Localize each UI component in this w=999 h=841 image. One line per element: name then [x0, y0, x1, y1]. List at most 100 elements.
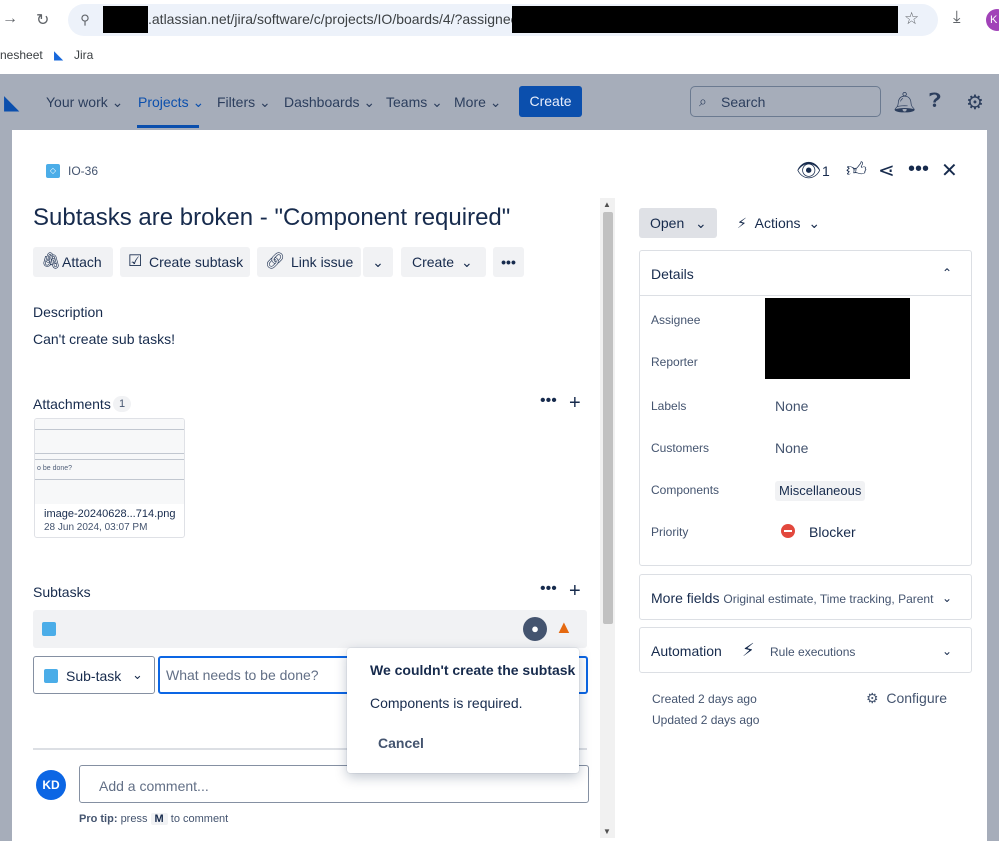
subtask-type-label: Sub-task — [66, 668, 122, 684]
bookmarks-bar: nesheet ◣ Jira — [0, 40, 999, 74]
nav-more[interactable]: More ⌄ — [454, 94, 502, 111]
issue-title[interactable]: Subtasks are broken - "Component require… — [33, 204, 510, 232]
priority-value[interactable]: Blocker — [809, 524, 856, 540]
url-text: .atlassian.net/jira/software/c/projects/… — [148, 11, 527, 27]
subtasks-label: Subtasks — [33, 584, 91, 600]
created-timestamp: Created 2 days ago — [652, 692, 757, 706]
customers-value[interactable]: None — [775, 440, 808, 456]
add-subtask-icon[interactable]: + — [569, 580, 581, 603]
configure-label: Configure — [886, 690, 948, 706]
nav-active-indicator — [137, 125, 199, 128]
attachments-more-icon[interactable]: ••• — [540, 392, 557, 410]
more-toolbar-button[interactable]: ••• — [493, 247, 524, 277]
notifications-icon[interactable]: 🔔︎ — [892, 90, 917, 115]
popup-message: Components is required. — [370, 695, 523, 711]
subtask-type-select[interactable]: Sub-task ⌄ — [33, 656, 155, 694]
subtask-type-icon: ◇ — [46, 164, 60, 178]
protip-suffix: to comment — [170, 813, 229, 825]
paperclip-icon: 🖇︎ — [41, 253, 62, 270]
scroll-down-icon[interactable]: ▼ — [603, 827, 611, 836]
chevron-down-icon[interactable]: ⌄ — [942, 591, 952, 605]
warning-icon[interactable]: ▲ — [555, 617, 573, 638]
dimmed-backdrop-right — [987, 130, 999, 841]
unassigned-avatar-icon[interactable]: ● — [523, 617, 547, 641]
attachment-thumbnail: o be done? — [35, 419, 184, 504]
chevron-down-icon: ⌄ — [461, 254, 473, 270]
chevron-down-icon: ⌄ — [372, 254, 384, 270]
bookmark-item[interactable]: nesheet — [0, 48, 43, 62]
thumb-line — [35, 453, 184, 454]
chevron-down-icon: ⌄ — [132, 667, 143, 682]
actions-dropdown[interactable]: ⚡︎ Actions ⌄ — [737, 208, 820, 238]
popup-title: We couldn't create the subtask — [370, 662, 576, 678]
thumb-line — [35, 429, 184, 430]
nav-dashboards[interactable]: Dashboards ⌄ — [284, 94, 375, 111]
more-fields-header[interactable]: More fields Original estimate, Time trac… — [651, 590, 933, 606]
bookmark-item[interactable]: Jira — [74, 48, 93, 62]
chevron-down-icon[interactable]: ⌄ — [942, 644, 952, 658]
nav-teams[interactable]: Teams ⌄ — [386, 94, 443, 111]
create-button[interactable]: Create — [519, 86, 582, 117]
details-header[interactable]: Details — [651, 266, 694, 282]
reload-icon[interactable]: ↻ — [36, 10, 49, 30]
nav-projects[interactable]: Projects ⌄ — [138, 94, 204, 111]
share-icon[interactable]: ⋖ — [878, 158, 895, 183]
create-dropdown-button[interactable]: Create ⌄ — [401, 247, 486, 277]
automation-sub: Rule executions — [770, 645, 856, 659]
thumb-line — [35, 479, 184, 480]
protip-key: M — [150, 813, 168, 825]
issue-key[interactable]: IO-36 — [68, 164, 98, 178]
actions-label: Actions — [754, 215, 801, 231]
jira-logo-icon: ◣ — [54, 48, 64, 62]
forward-icon[interactable]: → — [2, 10, 18, 28]
bookmark-star-icon[interactable]: ☆ — [904, 9, 919, 29]
link-icon: 🔗︎ — [265, 253, 286, 270]
scrollbar-thumb[interactable] — [603, 212, 613, 624]
more-actions-icon[interactable]: ••• — [908, 158, 929, 181]
like-icon[interactable]: 👍︎ — [846, 158, 867, 182]
details-divider — [640, 295, 971, 296]
jira-logo-icon[interactable]: ◣ — [4, 90, 19, 115]
components-value[interactable]: Miscellaneous — [775, 481, 866, 501]
attach-button[interactable]: 🖇︎ Attach — [33, 247, 113, 277]
description-label: Description — [33, 304, 104, 320]
add-attachment-icon[interactable]: + — [569, 392, 581, 415]
profile-avatar[interactable]: K — [986, 9, 999, 31]
subtask-type-icon — [42, 622, 56, 636]
more-fields-label: More fields — [651, 590, 720, 606]
redacted-block — [512, 6, 898, 33]
configure-button[interactable]: ⚙ Configure — [866, 690, 947, 707]
attachment-card[interactable]: o be done? image-20240628...714.png 28 J… — [34, 418, 185, 538]
priority-label: Priority — [651, 525, 689, 539]
automation-header[interactable]: Automation — [651, 643, 722, 659]
watch-eye-icon[interactable]: 👁︎ — [796, 158, 821, 183]
search-input[interactable]: ⌕ Search — [690, 86, 881, 117]
status-dropdown[interactable]: Open ⌄ — [639, 208, 717, 238]
link-issue-button[interactable]: 🔗︎ Link issue — [257, 247, 361, 277]
search-placeholder: Search — [721, 94, 766, 110]
status-label: Open — [650, 215, 685, 231]
subtask-icon: ☑ — [128, 253, 143, 270]
close-icon[interactable]: ✕ — [941, 158, 958, 183]
lightning-icon: ⚡︎ — [742, 640, 755, 660]
site-info-icon[interactable]: ⚲ — [74, 9, 96, 31]
thumb-text: o be done? — [37, 465, 73, 472]
create-subtask-button[interactable]: ☑ Create subtask — [120, 247, 250, 277]
assignee-label: Assignee — [651, 313, 701, 327]
nav-filters[interactable]: Filters ⌄ — [217, 94, 271, 111]
link-issue-dropdown[interactable]: ⌄ — [363, 247, 393, 277]
watchers-count[interactable]: 1 — [822, 163, 830, 179]
dimmed-backdrop-left — [0, 130, 12, 841]
labels-value[interactable]: None — [775, 398, 808, 414]
subtasks-more-icon[interactable]: ••• — [540, 580, 557, 598]
cancel-button[interactable]: Cancel — [368, 730, 434, 756]
chevron-up-icon[interactable]: ⌃ — [942, 266, 952, 280]
settings-icon[interactable]: ⚙ — [966, 90, 984, 115]
download-icon[interactable]: ⤓ — [953, 7, 961, 27]
reporter-label: Reporter — [651, 355, 698, 369]
nav-your-work[interactable]: Your work ⌄ — [46, 94, 123, 111]
scroll-up-icon[interactable]: ▲ — [603, 200, 611, 209]
help-icon[interactable]: ❓︎ — [929, 90, 941, 113]
customers-label: Customers — [651, 441, 710, 455]
description-text[interactable]: Can't create sub tasks! — [33, 331, 175, 347]
